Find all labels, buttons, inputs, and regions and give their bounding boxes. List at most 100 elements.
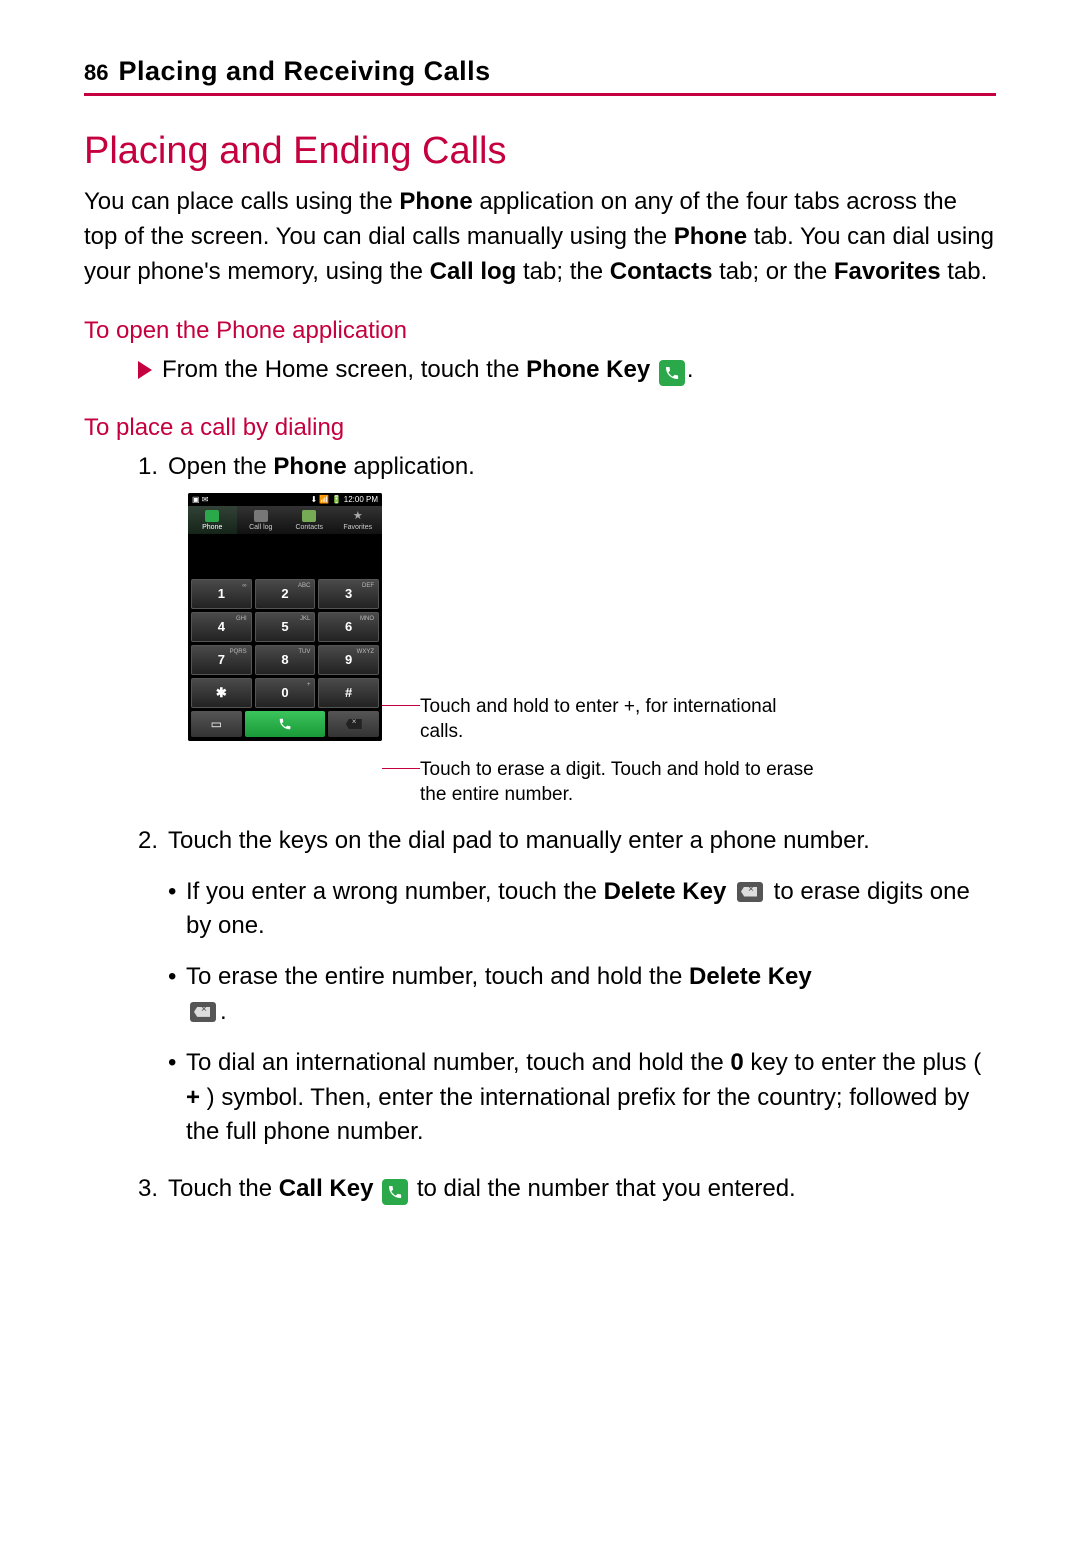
status-bar: ▣ ✉ ⬇ 📶 🔋 12:00 PM: [188, 493, 382, 506]
key-5[interactable]: 5 JKL: [255, 612, 316, 642]
key-sub: ABC: [298, 583, 310, 589]
play-triangle-icon: [138, 361, 152, 379]
key-8[interactable]: 8 TUV: [255, 645, 316, 675]
tab-call-log[interactable]: Call log: [237, 506, 286, 534]
key-sub: +: [307, 682, 311, 688]
call-key-icon: [382, 1179, 408, 1205]
bold: Delete Key: [604, 878, 727, 905]
text: You can place calls using the: [84, 188, 399, 215]
tab-label: Phone: [202, 524, 222, 531]
leader-line-icon: [382, 768, 420, 769]
place-call-steps: 1. Open the Phone application.: [138, 450, 996, 485]
tab-label: Contacts: [295, 524, 323, 531]
bold: Favorites: [834, 258, 941, 285]
status-right: ⬇ 📶 🔋 12:00 PM: [310, 495, 378, 504]
subsection-title-place-call: To place a call by dialing: [84, 414, 996, 442]
contacts-icon: [302, 510, 316, 522]
key-3[interactable]: 3 DEF: [318, 579, 379, 609]
step-number: 1.: [138, 450, 168, 485]
text: key to enter the plus (: [744, 1049, 981, 1076]
key-sub: MNO: [360, 616, 374, 622]
delete-button[interactable]: [328, 711, 379, 737]
text: tab; the: [516, 258, 609, 285]
bullet-icon: •: [168, 875, 186, 945]
bold: Phone Key: [526, 356, 650, 383]
callout-plus: Touch and hold to enter +, for internati…: [420, 695, 820, 744]
key-digit: 6: [345, 619, 352, 634]
key-digit: #: [345, 685, 352, 700]
callout-delete: Touch to erase a digit. Touch and hold t…: [420, 758, 820, 807]
tab-contacts[interactable]: Contacts: [285, 506, 334, 534]
text: To erase the entire number, touch and ho…: [186, 963, 689, 990]
step-number: 2.: [138, 824, 168, 859]
callout-text: Touch to erase a digit. Touch and hold t…: [420, 759, 814, 805]
key-7[interactable]: 7 PQRS: [191, 645, 252, 675]
tab-phone[interactable]: Phone: [188, 506, 237, 534]
text: Touch the: [168, 1175, 279, 1202]
bold: Contacts: [610, 258, 713, 285]
text: tab; or the: [712, 258, 833, 285]
key-digit: 2: [281, 586, 288, 601]
tab-favorites[interactable]: ★Favorites: [334, 506, 383, 534]
key-6[interactable]: 6 MNO: [318, 612, 379, 642]
key-1[interactable]: 1∞: [191, 579, 252, 609]
intro-paragraph: You can place calls using the Phone appl…: [84, 185, 996, 289]
key-digit: 5: [281, 619, 288, 634]
phone-screenshot-figure: ▣ ✉ ⬇ 📶 🔋 12:00 PM Phone Call log Contac…: [188, 493, 996, 808]
text: ) symbol. Then, enter the international …: [186, 1084, 969, 1146]
dial-keypad: 1∞ 2 ABC 3 DEF 4 GHI 5 JKL 6 MNO 7 PQRS 8 TUV 9…: [188, 576, 382, 711]
bullet-icon: •: [168, 1046, 186, 1150]
text: to dial the number that you entered.: [417, 1175, 796, 1202]
text: .: [687, 356, 694, 383]
delete-key-icon: [737, 882, 763, 902]
key-sub: DEF: [362, 583, 374, 589]
text: If you enter a wrong number, touch the: [186, 878, 604, 905]
chapter-title: Placing and Receiving Calls: [118, 56, 490, 87]
section-title: Placing and Ending Calls: [84, 130, 996, 173]
key-sub: ∞: [242, 583, 246, 589]
key-digit: 0: [281, 685, 288, 700]
key-9[interactable]: 9WXYZ: [318, 645, 379, 675]
key-hash[interactable]: #: [318, 678, 379, 708]
key-sub: GHI: [236, 616, 247, 622]
number-display: [188, 534, 382, 576]
call-button[interactable]: [245, 711, 326, 737]
key-star[interactable]: ✱: [191, 678, 252, 708]
bold: 0: [730, 1049, 743, 1076]
key-digit: 7: [218, 652, 225, 667]
key-digit: 3: [345, 586, 352, 601]
bold: +: [186, 1084, 200, 1111]
bold: Phone: [273, 453, 346, 480]
figure-callouts: Touch and hold to enter +, for internati…: [420, 493, 820, 808]
page-number: 86: [84, 60, 108, 86]
key-sub: WXYZ: [357, 649, 374, 655]
star-icon: ★: [351, 510, 365, 522]
key-sub: TUV: [298, 649, 310, 655]
subsection-title-open-phone: To open the Phone application: [84, 317, 996, 345]
action-row: ▭: [188, 711, 382, 741]
step-text: Touch the keys on the dial pad to manual…: [168, 824, 996, 859]
text: tab.: [941, 258, 988, 285]
backspace-icon: [346, 719, 362, 729]
key-sub: JKL: [300, 616, 310, 622]
phone-icon: [205, 510, 219, 522]
remaining-steps: 2. Touch the keys on the dial pad to man…: [138, 824, 996, 1207]
phone-mockup: ▣ ✉ ⬇ 📶 🔋 12:00 PM Phone Call log Contac…: [188, 493, 382, 741]
list-icon: [254, 510, 268, 522]
text: Open the: [168, 453, 273, 480]
key-sub: PQRS: [230, 649, 247, 655]
text: To dial an international number, touch a…: [186, 1049, 730, 1076]
text: From the Home screen, touch the: [162, 356, 526, 383]
bold: Phone: [399, 188, 472, 215]
bold: Call Key: [279, 1175, 374, 1202]
step-number: 3.: [138, 1172, 168, 1207]
bold: Phone: [674, 223, 747, 250]
voicemail-button[interactable]: ▭: [191, 711, 242, 737]
key-2[interactable]: 2 ABC: [255, 579, 316, 609]
key-digit: ✱: [216, 685, 227, 701]
key-digit: 4: [218, 619, 225, 634]
key-4[interactable]: 4 GHI: [191, 612, 252, 642]
delete-key-icon: [190, 1002, 216, 1022]
key-digit: 8: [281, 652, 288, 667]
key-0[interactable]: 0+: [255, 678, 316, 708]
